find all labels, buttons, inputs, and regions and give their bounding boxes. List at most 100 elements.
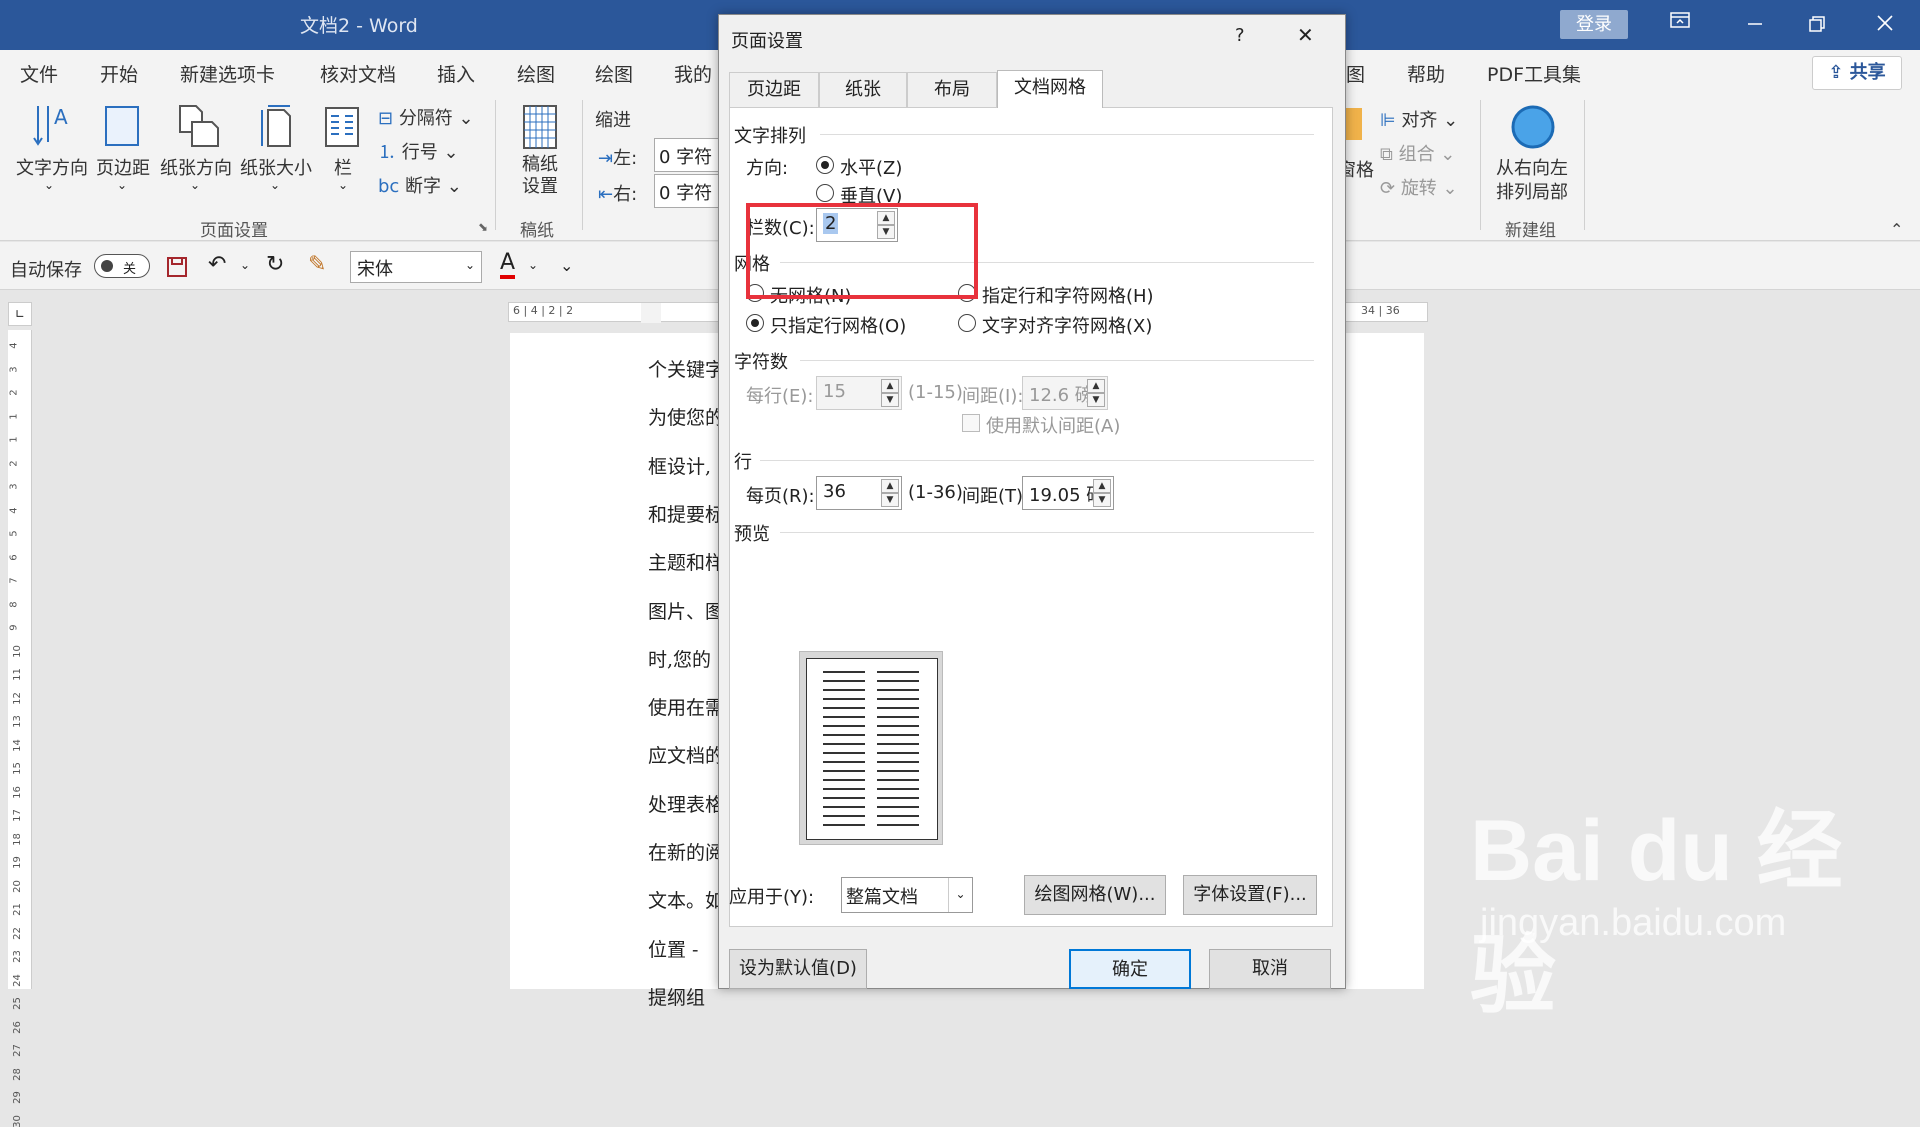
vertical-radio[interactable]: [816, 184, 834, 202]
chevron-down-icon: ⌄: [948, 878, 972, 912]
preview-line: [877, 761, 919, 763]
format-painter-icon[interactable]: ✎: [308, 252, 326, 277]
breaks-button[interactable]: ⊟ 分隔符 ⌄: [378, 104, 474, 130]
tab-home[interactable]: 开始: [100, 60, 138, 87]
tab-help[interactable]: 帮助: [1407, 60, 1445, 87]
document-text-line[interactable]: 框设计,: [648, 452, 711, 479]
document-text-line[interactable]: 主题和样: [648, 548, 724, 575]
document-text-line[interactable]: 和提要标: [648, 500, 724, 527]
group-separator: [1480, 100, 1481, 230]
minimize-icon[interactable]: [1740, 14, 1770, 39]
vertical-ruler[interactable]: 4 3 2 1 1 2 3 4 5 6 7 8 9 10 11 12 13 14 15 16 17 18 19 20 21 22 2…: [8, 330, 32, 1127]
indent-left-input[interactable]: 0 字符: [654, 138, 720, 172]
document-text-line[interactable]: 在新的阅: [648, 838, 724, 865]
document-text-line[interactable]: 个关键字: [648, 355, 724, 382]
help-icon[interactable]: ?: [1235, 25, 1245, 46]
tab-review-doc[interactable]: 核对文档: [320, 60, 396, 87]
indent-right-input[interactable]: 0 字符: [654, 174, 720, 208]
tab-mine[interactable]: 我的: [674, 60, 712, 87]
document-text-line[interactable]: 图片、图: [648, 597, 724, 624]
font-name-select[interactable]: 宋体 ⌄: [350, 251, 482, 283]
close-icon[interactable]: [1870, 12, 1900, 39]
tab-paper[interactable]: 纸张: [819, 72, 907, 108]
hyphenation-button[interactable]: bc 断字 ⌄: [378, 172, 462, 198]
tab-layout[interactable]: 布局: [907, 72, 997, 108]
characters-section: 字符数: [734, 352, 788, 373]
line-grid-only-radio[interactable]: [746, 314, 764, 332]
document-text-line[interactable]: 文本。如: [648, 886, 724, 913]
font-color-icon[interactable]: A: [500, 251, 516, 279]
undo-icon[interactable]: ↶: [208, 252, 226, 277]
tab-insert[interactable]: 插入: [437, 60, 475, 87]
tab-new[interactable]: 新建选项卡: [180, 60, 275, 87]
document-text-line[interactable]: 时,您的: [648, 645, 711, 672]
columns-button[interactable]: 栏 ⌄: [318, 102, 368, 197]
spin-down-icon[interactable]: ▼: [1093, 493, 1111, 507]
lines-per-page-input[interactable]: 36 ▲ ▼: [816, 476, 902, 510]
line-pitch-input[interactable]: 19.05 磅 ▲ ▼: [1022, 476, 1114, 510]
spin-down-icon: ▼: [881, 393, 899, 407]
align-button[interactable]: ⊫ 对齐 ⌄: [1380, 106, 1458, 132]
orientation-button[interactable]: 纸张方向 ⌄: [156, 102, 236, 197]
ruler-number: 9: [8, 624, 20, 631]
document-text-line[interactable]: 使用在需: [648, 693, 724, 720]
spin-down-icon[interactable]: ▼: [881, 493, 899, 507]
ruler-number: 14: [11, 738, 23, 752]
tab-draw-2[interactable]: 绘图: [595, 60, 633, 87]
tab-document-grid[interactable]: 文档网格: [997, 70, 1103, 108]
spin-up-icon[interactable]: ▲: [1093, 479, 1111, 493]
autosave-toggle[interactable]: 关: [94, 254, 150, 278]
tab-stop-selector[interactable]: ∟: [8, 302, 32, 326]
text-direction-button[interactable]: A 文字方向 ⌄: [12, 102, 90, 197]
apply-to-value: 整篇文档: [846, 887, 918, 908]
tab-pdf-tools[interactable]: PDF工具集: [1487, 60, 1581, 87]
document-text-line[interactable]: 处理表格: [648, 790, 724, 817]
chevron-down-icon[interactable]: ⌄: [528, 258, 538, 272]
snap-char-grid-radio[interactable]: [958, 314, 976, 332]
document-text-line[interactable]: 为使您的: [648, 403, 724, 430]
spin-up-icon[interactable]: ▲: [881, 479, 899, 493]
section-divider: [800, 360, 1314, 361]
draw-grid-button[interactable]: 绘图网格(W)...: [1024, 875, 1166, 915]
ruler-number: 12: [11, 691, 23, 705]
save-icon[interactable]: [166, 256, 188, 278]
collapse-ribbon-icon[interactable]: ⌃: [1890, 220, 1903, 239]
ruler-number: 13: [11, 715, 23, 728]
tab-file[interactable]: 文件: [20, 60, 58, 87]
apply-to-select[interactable]: 整篇文档 ⌄: [841, 877, 973, 913]
manuscript-setup-button[interactable]: 稿纸 设置: [510, 102, 570, 202]
size-button[interactable]: 纸张大小 ⌄: [236, 102, 316, 197]
restore-icon[interactable]: [1802, 14, 1832, 39]
preview-line: [877, 680, 919, 682]
dialog-launcher-icon[interactable]: ⬊: [478, 220, 488, 234]
tab-margins[interactable]: 页边距: [729, 72, 819, 108]
indent-marker[interactable]: [641, 303, 661, 323]
chevron-down-icon[interactable]: ⌄: [240, 258, 250, 272]
document-text-line[interactable]: 应文档的: [648, 741, 724, 768]
ok-button[interactable]: 确定: [1069, 949, 1191, 989]
login-button[interactable]: 登录: [1560, 10, 1628, 39]
preview-line: [823, 707, 865, 709]
customize-qat-icon[interactable]: ⌄: [560, 256, 573, 275]
document-text-line[interactable]: 位置 -: [648, 935, 698, 962]
horizontal-radio[interactable]: [816, 156, 834, 174]
ribbon-display-icon[interactable]: [1665, 10, 1695, 35]
tab-view[interactable]: 图: [1346, 60, 1365, 87]
share-icon: ⇪: [1828, 62, 1850, 83]
rotate-button[interactable]: ⟳ 旋转 ⌄: [1380, 174, 1458, 200]
tab-draw-1[interactable]: 绘图: [517, 60, 555, 87]
line-numbers-button[interactable]: ⒈ 行号 ⌄: [378, 138, 459, 164]
rtl-arrange-button[interactable]: 从右向左 排列局部: [1490, 102, 1574, 203]
preview-line: [823, 734, 865, 736]
font-settings-button[interactable]: 字体设置(F)...: [1183, 875, 1317, 915]
group-button[interactable]: ⧉ 组合 ⌄: [1380, 140, 1455, 166]
redo-icon[interactable]: ↻: [266, 252, 284, 277]
share-button[interactable]: ⇪ 共享: [1812, 56, 1902, 90]
close-icon[interactable]: ✕: [1297, 23, 1314, 47]
set-default-button[interactable]: 设为默认值(D): [729, 949, 867, 989]
document-text-line[interactable]: 提纲组: [648, 983, 705, 1010]
margins-button[interactable]: 页边距 ⌄: [93, 102, 153, 197]
preview-line: [877, 779, 919, 781]
cancel-button[interactable]: 取消: [1209, 949, 1331, 989]
ruler-left-numbers: 6 | 4 | 2 | 2: [513, 304, 574, 317]
